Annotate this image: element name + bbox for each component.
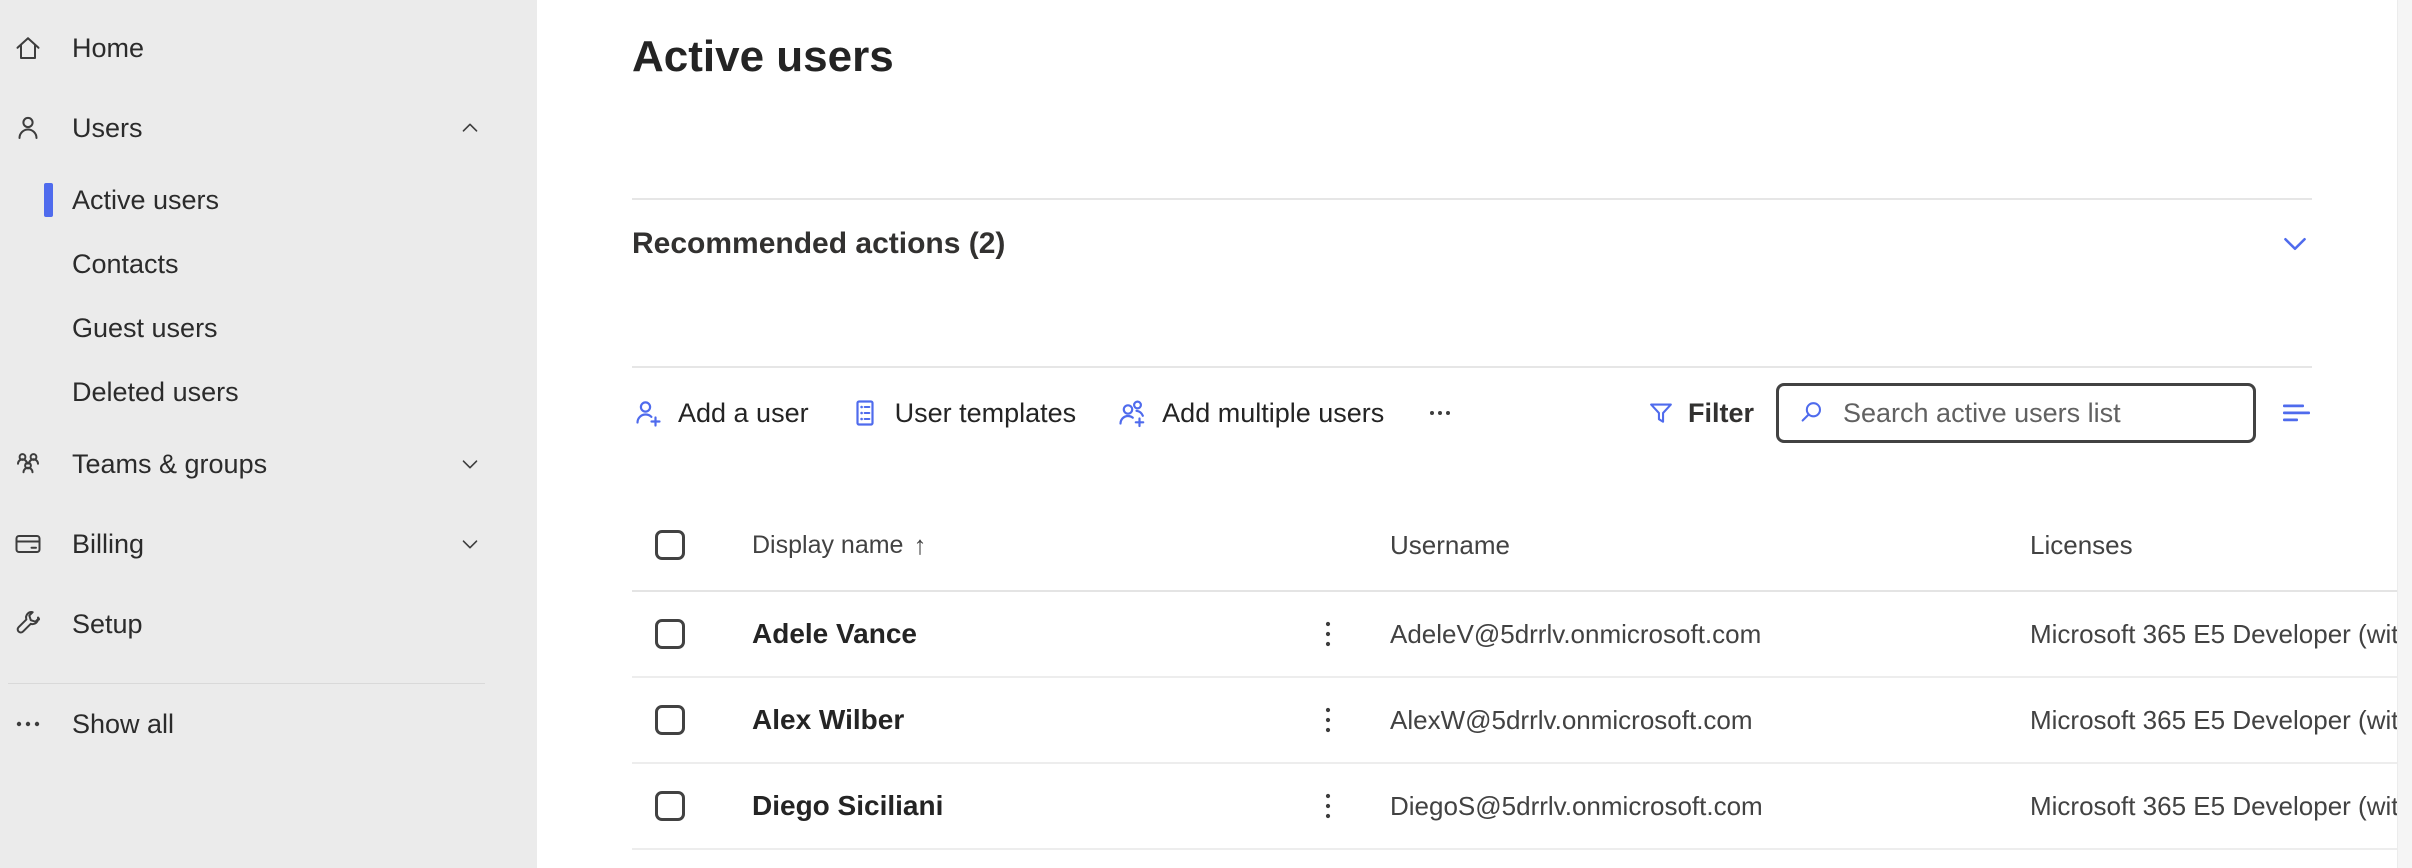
user-display-name[interactable]: Adele Vance [752, 618, 917, 649]
sidebar-item-label: Home [72, 33, 144, 64]
person-icon [12, 112, 44, 144]
chevron-down-icon [457, 451, 483, 477]
toolbar-overflow-button[interactable] [1424, 397, 1456, 429]
button-label: User templates [895, 398, 1077, 429]
filter-icon [1646, 398, 1676, 428]
toolbar-right-group: Filter [1646, 383, 2312, 443]
sidebar-item-label: Show all [72, 709, 174, 740]
sidebar-item-teams-groups[interactable]: Teams & groups [0, 424, 537, 504]
sidebar-item-billing[interactable]: Billing [0, 504, 537, 584]
people-add-icon [1116, 397, 1148, 429]
user-licenses: Microsoft 365 E5 Developer (withou [2030, 791, 2412, 822]
search-input[interactable] [1841, 397, 2237, 430]
section-divider [632, 198, 2312, 200]
active-users-table: Display name ↑ Username Licenses Adele V… [632, 500, 2412, 850]
button-label: Add a user [678, 398, 809, 429]
sidebar-item-guest-users[interactable]: Guest users [0, 296, 537, 360]
table-row: Alex Wilber AlexW@5drrlv.onmicrosoft.com… [632, 678, 2412, 764]
chevron-up-icon [457, 115, 483, 141]
user-templates-button[interactable]: User templates [849, 397, 1077, 429]
header-checkbox-cell [632, 530, 720, 560]
sidebar-item-label: Guest users [72, 313, 218, 344]
column-header-display-name[interactable]: Display name ↑ [720, 530, 1308, 561]
user-display-name[interactable]: Diego Siciliani [752, 790, 943, 821]
table-row: Adele Vance AdeleV@5drrlv.onmicrosoft.co… [632, 592, 2412, 678]
filter-button[interactable]: Filter [1646, 398, 1754, 429]
search-icon [1797, 398, 1827, 428]
sort-ascending-icon: ↑ [913, 530, 926, 561]
add-user-button[interactable]: Add a user [632, 397, 809, 429]
vertical-scrollbar[interactable] [2397, 0, 2412, 868]
sidebar-item-label: Billing [72, 529, 144, 560]
row-more-actions-button[interactable] [1312, 617, 1344, 651]
table-row: Diego Siciliani DiegoS@5drrlv.onmicrosof… [632, 764, 2412, 850]
user-username: AlexW@5drrlv.onmicrosoft.com [1390, 705, 2030, 736]
ellipsis-icon [1424, 397, 1456, 429]
sidebar-item-label: Setup [72, 609, 143, 640]
sort-lines-icon[interactable] [2280, 397, 2312, 429]
sidebar-item-deleted-users[interactable]: Deleted users [0, 360, 537, 424]
sidebar-item-active-users[interactable]: Active users [0, 168, 537, 232]
page-title: Active users [632, 26, 2312, 88]
column-header-licenses[interactable]: Licenses [2030, 530, 2412, 561]
user-licenses: Microsoft 365 E5 Developer (withou [2030, 705, 2412, 736]
sidebar-item-label: Contacts [72, 249, 179, 280]
sidebar-item-users[interactable]: Users [0, 88, 537, 168]
select-all-checkbox[interactable] [655, 530, 685, 560]
template-icon [849, 397, 881, 429]
wrench-icon [12, 608, 44, 640]
toolbar-divider [632, 366, 2312, 368]
user-username: AdeleV@5drrlv.onmicrosoft.com [1390, 619, 2030, 650]
selected-indicator [44, 183, 53, 217]
row-checkbox[interactable] [655, 619, 685, 649]
main-content: Active users Recommended actions (2) Add… [537, 0, 2412, 868]
user-licenses: Microsoft 365 E5 Developer (withou [2030, 619, 2412, 650]
sidebar-item-home[interactable]: Home [0, 8, 537, 88]
home-icon [12, 32, 44, 64]
toolbar: Add a user User templates [632, 380, 2312, 446]
chevron-down-icon [457, 531, 483, 557]
person-add-icon [632, 397, 664, 429]
sidebar-item-label: Deleted users [72, 377, 239, 408]
column-header-username[interactable]: Username [1390, 530, 2030, 561]
ellipsis-icon [12, 708, 44, 740]
recommended-actions-header: Recommended actions (2) [632, 226, 2312, 262]
table-header-row: Display name ↑ Username Licenses [632, 500, 2412, 592]
row-checkbox[interactable] [655, 791, 685, 821]
credit-card-icon [12, 528, 44, 560]
recommended-actions-title: Recommended actions (2) [632, 227, 1005, 261]
filter-label: Filter [1688, 398, 1754, 429]
sidebar-item-label: Teams & groups [72, 449, 267, 480]
row-checkbox[interactable] [655, 705, 685, 735]
search-box [1776, 383, 2256, 443]
people-icon [12, 448, 44, 480]
sidebar-item-show-all[interactable]: Show all [0, 684, 537, 764]
recommended-actions-expand-button[interactable] [2278, 227, 2312, 261]
button-label: Add multiple users [1162, 398, 1384, 429]
sidebar: Home Users Active users Contacts Guest u… [0, 0, 537, 868]
sidebar-item-label: Active users [72, 185, 219, 216]
row-more-actions-button[interactable] [1312, 703, 1344, 737]
sidebar-item-contacts[interactable]: Contacts [0, 232, 537, 296]
user-display-name[interactable]: Alex Wilber [752, 704, 904, 735]
sidebar-item-label: Users [72, 113, 143, 144]
sidebar-item-setup[interactable]: Setup [0, 584, 537, 664]
user-username: DiegoS@5drrlv.onmicrosoft.com [1390, 791, 2030, 822]
row-more-actions-button[interactable] [1312, 789, 1344, 823]
add-multiple-users-button[interactable]: Add multiple users [1116, 397, 1384, 429]
